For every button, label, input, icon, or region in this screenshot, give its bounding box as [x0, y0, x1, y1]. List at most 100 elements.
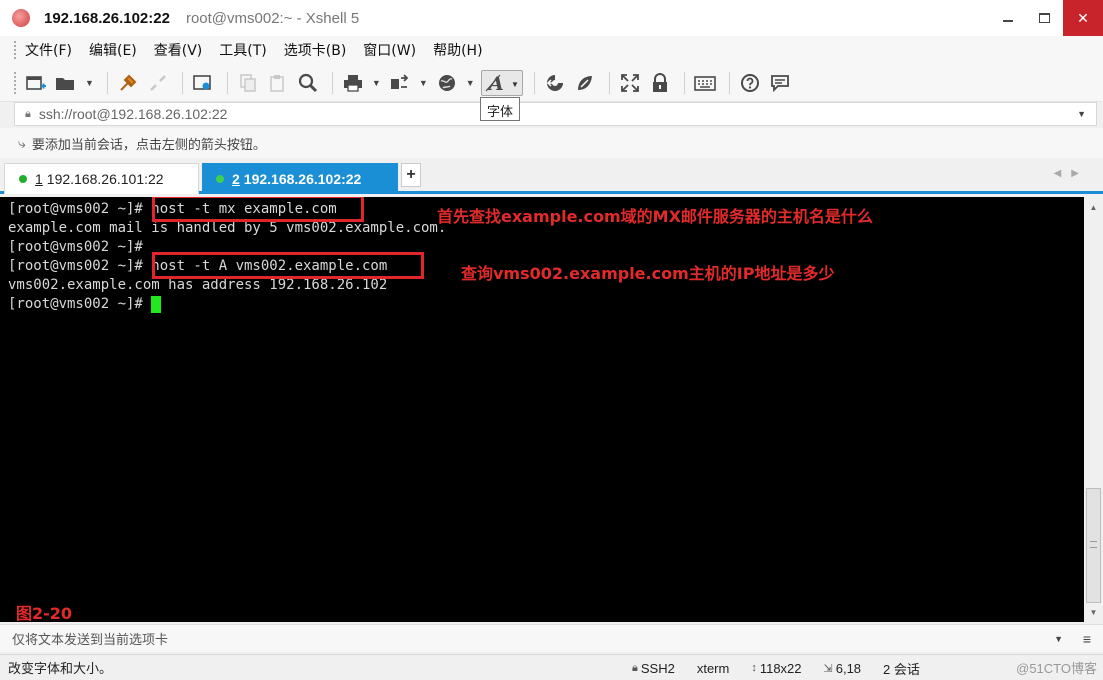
svg-text:A: A	[487, 73, 504, 93]
paste-icon[interactable]	[265, 70, 291, 96]
status-bar: 改变字体和大小。 🔒︎ SSH2 xterm ↕ 118x22 ⇲ 6,18 2 会话…	[0, 654, 1103, 680]
scrollbar-thumb[interactable]	[1086, 488, 1101, 603]
tab-scroll-arrows-icon[interactable]: ◀▶	[1054, 168, 1089, 179]
reconnect-icon[interactable]	[115, 70, 141, 96]
print-icon[interactable]	[340, 70, 366, 96]
session-hint-bar: ⤷ 要添加当前会话，点击左侧的箭头按钮。	[0, 128, 1103, 158]
menu-help[interactable]: 帮助(H)	[433, 40, 482, 60]
window-title-host: 192.168.26.102:22	[44, 9, 170, 27]
find-icon[interactable]	[295, 70, 321, 96]
close-button[interactable]: ✕	[1063, 0, 1103, 36]
font-icon[interactable]: A ▼	[480, 69, 523, 96]
menu-tools[interactable]: 工具(T)	[219, 40, 266, 60]
disconnect-icon[interactable]	[145, 70, 171, 96]
minimize-button[interactable]	[989, 0, 1026, 36]
add-session-arrow-icon[interactable]: ⤷	[18, 135, 26, 152]
compose-menu-icon[interactable]: ≡	[1083, 631, 1091, 647]
cursor-position-text: 6,18	[835, 660, 862, 676]
maximize-button[interactable]	[1026, 0, 1063, 36]
session-hint-text: 要添加当前会话，点击左侧的箭头按钮。	[31, 137, 266, 153]
protocol-text: SSH2	[640, 660, 675, 676]
menu-window[interactable]: 窗口(W)	[363, 40, 416, 60]
terminal-area[interactable]: [root@vms002 ~]# host -t mx example.com …	[0, 197, 1084, 622]
menubar-grip[interactable]	[14, 41, 17, 59]
menu-edit[interactable]: 编辑(E)	[89, 40, 137, 60]
terminal-prompt-line: [root@vms002 ~]#	[8, 295, 162, 314]
toolbar-grip[interactable]	[14, 71, 17, 94]
command-highlight-box	[152, 197, 364, 222]
menu-view[interactable]: 查看(V)	[154, 40, 203, 60]
new-tab-button[interactable]: +	[401, 163, 421, 187]
toolbar-separator	[608, 71, 610, 94]
xftp-icon[interactable]	[542, 70, 568, 96]
toolbar-separator	[106, 71, 108, 94]
copy-icon[interactable]	[235, 70, 261, 96]
tab-session-2[interactable]: 2 192.168.26.102:22	[202, 163, 398, 194]
cursor-position-icon: ⇲	[823, 662, 833, 675]
maximize-icon	[1039, 13, 1050, 23]
toolbar-separator	[683, 71, 685, 94]
tab-number: 1	[35, 171, 43, 187]
open-dropdown-caret-icon[interactable]: ▼	[85, 78, 94, 88]
status-details: 🔒︎ SSH2 xterm ↕ 118x22 ⇲ 6,18 2 会话	[632, 655, 942, 680]
toolbar-separator	[533, 71, 535, 94]
svg-text:▼: ▼	[511, 80, 519, 89]
tab-session-1[interactable]: 1 192.168.26.101:22	[4, 163, 199, 194]
font-tooltip: 字体	[480, 97, 521, 121]
title-bar: 192.168.26.102:22 root@vms002:~ - Xshell…	[0, 0, 1103, 36]
address-dropdown-icon[interactable]: ▼	[1077, 109, 1086, 119]
print-dropdown-caret-icon[interactable]: ▼	[372, 78, 381, 88]
open-folder-icon[interactable]	[53, 70, 79, 96]
connected-status-icon	[19, 175, 27, 183]
keyboard-icon[interactable]	[692, 70, 718, 96]
minimize-icon	[1002, 20, 1013, 22]
scroll-down-icon[interactable]: ▼	[1084, 604, 1103, 620]
compose-dropdown-icon[interactable]: ▼	[1054, 634, 1063, 644]
status-message: 改变字体和大小。	[8, 662, 113, 677]
status-sessions: 2 会话	[883, 661, 920, 677]
new-session-icon[interactable]	[23, 70, 49, 96]
toolbar: ▼ ▼ ▼ ▼ A ▼	[0, 64, 1103, 102]
status-size: ↕ 118x22	[751, 661, 801, 676]
size-text: 118x22	[759, 660, 802, 676]
toolbar-separator	[728, 71, 730, 94]
resize-icon: ↕	[751, 662, 757, 674]
tab-number: 2	[232, 170, 240, 187]
address-bar[interactable]: 🔒︎ ssh://root@192.168.26.102:22 ▼	[14, 102, 1097, 126]
menu-bar: 文件(F) 编辑(E) 查看(V) 工具(T) 选项卡(B) 窗口(W) 帮助(…	[0, 36, 1103, 64]
compose-target-text[interactable]: 仅将文本发送到当前选项卡	[12, 629, 168, 648]
annotation-mx-lookup: 首先查找example.com域的MX邮件服务器的主机名是什么	[437, 207, 873, 226]
xshell-logo-icon	[12, 9, 30, 27]
help-icon[interactable]	[737, 70, 763, 96]
figure-label: 图2-20	[16, 604, 73, 622]
toolbar-separator	[331, 71, 333, 94]
scroll-up-icon[interactable]: ▲	[1084, 199, 1103, 215]
terminal-scrollbar[interactable]: ▲ ▼	[1084, 197, 1103, 622]
tab-bar: 1 192.168.26.101:22 2 192.168.26.102:22 …	[0, 160, 1103, 194]
menu-file[interactable]: 文件(F)	[25, 40, 72, 60]
padlock-icon: 🔒︎	[25, 107, 31, 120]
compose-bar[interactable]: 仅将文本发送到当前选项卡 ▼ ≡	[0, 624, 1103, 652]
annotation-a-lookup: 查询vms002.example.com主机的IP地址是多少	[461, 264, 835, 283]
tab-label: 192.168.26.102:22	[243, 170, 362, 187]
chat-icon[interactable]	[767, 70, 793, 96]
address-input[interactable]: ssh://root@192.168.26.102:22	[39, 106, 228, 122]
menu-tabs[interactable]: 选项卡(B)	[284, 40, 347, 60]
watermark: @51CTO博客	[1016, 661, 1097, 676]
globe-dropdown-caret-icon[interactable]: ▼	[466, 78, 475, 88]
status-cursor-position: ⇲ 6,18	[824, 661, 862, 676]
toolbar-separator	[181, 71, 183, 94]
transfer-icon[interactable]	[387, 70, 413, 96]
connected-status-icon	[216, 174, 224, 183]
fullscreen-icon[interactable]	[617, 70, 643, 96]
command-highlight-box	[152, 252, 424, 279]
xmanager-icon[interactable]	[572, 70, 598, 96]
window-controls: ✕	[989, 0, 1103, 36]
transfer-dropdown-caret-icon[interactable]: ▼	[419, 78, 428, 88]
lock-icon[interactable]	[647, 70, 673, 96]
terminal-cursor	[151, 296, 162, 313]
toolbar-separator	[226, 71, 228, 94]
properties-icon[interactable]	[190, 70, 216, 96]
globe-icon[interactable]	[434, 70, 460, 96]
status-terminal-type: xterm	[696, 660, 730, 676]
